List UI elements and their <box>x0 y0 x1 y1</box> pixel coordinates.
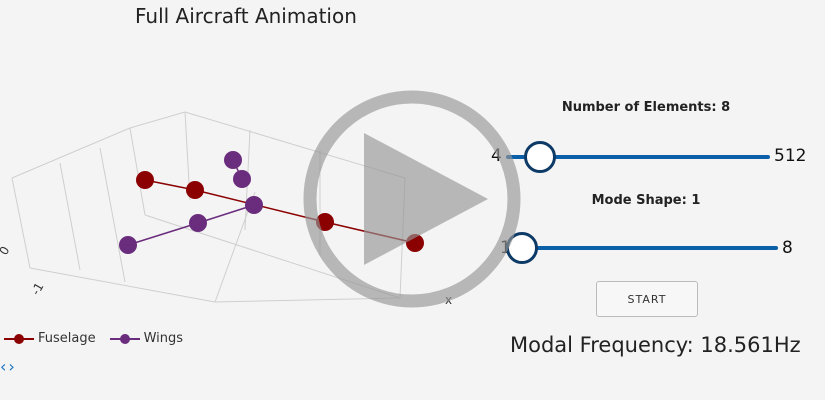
fuselage-node <box>136 171 154 189</box>
wings-swatch-icon <box>109 333 140 344</box>
tick-label: 0 <box>0 244 12 258</box>
grid-line <box>59 162 81 271</box>
start-button[interactable]: START <box>596 281 698 317</box>
fuselage-node <box>186 181 204 199</box>
mode-slider-track[interactable] <box>512 246 778 250</box>
wing-node <box>224 151 242 169</box>
nav-arrows: ‹› <box>0 357 17 376</box>
elements-max: 512 <box>774 146 807 166</box>
mode-shape-label: Mode Shape: 1 <box>591 193 701 208</box>
mode-max: 8 <box>782 238 793 258</box>
legend-item-wings[interactable]: Wings <box>109 331 184 346</box>
wing-node <box>245 196 263 214</box>
next-arrow-icon[interactable]: › <box>8 357 16 376</box>
tick-label: -1 <box>28 280 46 297</box>
plot-legend: Fuselage Wings <box>4 331 197 346</box>
grid-line <box>11 127 131 179</box>
legend-label-wings: Wings <box>143 331 184 346</box>
legend-label-fuselage: Fuselage <box>38 331 96 346</box>
wing-node <box>119 236 137 254</box>
fuselage-swatch-icon <box>4 333 34 344</box>
elements-label: Number of Elements: 8 <box>561 100 731 115</box>
modal-frequency: Modal Frequency: 18.561Hz <box>510 333 801 357</box>
grid-line <box>11 177 31 269</box>
grid-line <box>29 267 216 303</box>
legend-item-fuselage[interactable]: Fuselage <box>4 331 96 346</box>
wing-node <box>233 170 251 188</box>
grid-line <box>99 147 126 283</box>
elements-slider-thumb[interactable] <box>524 141 557 173</box>
grid-line <box>129 111 186 129</box>
play-icon[interactable] <box>300 87 524 311</box>
wing-node <box>189 214 207 232</box>
